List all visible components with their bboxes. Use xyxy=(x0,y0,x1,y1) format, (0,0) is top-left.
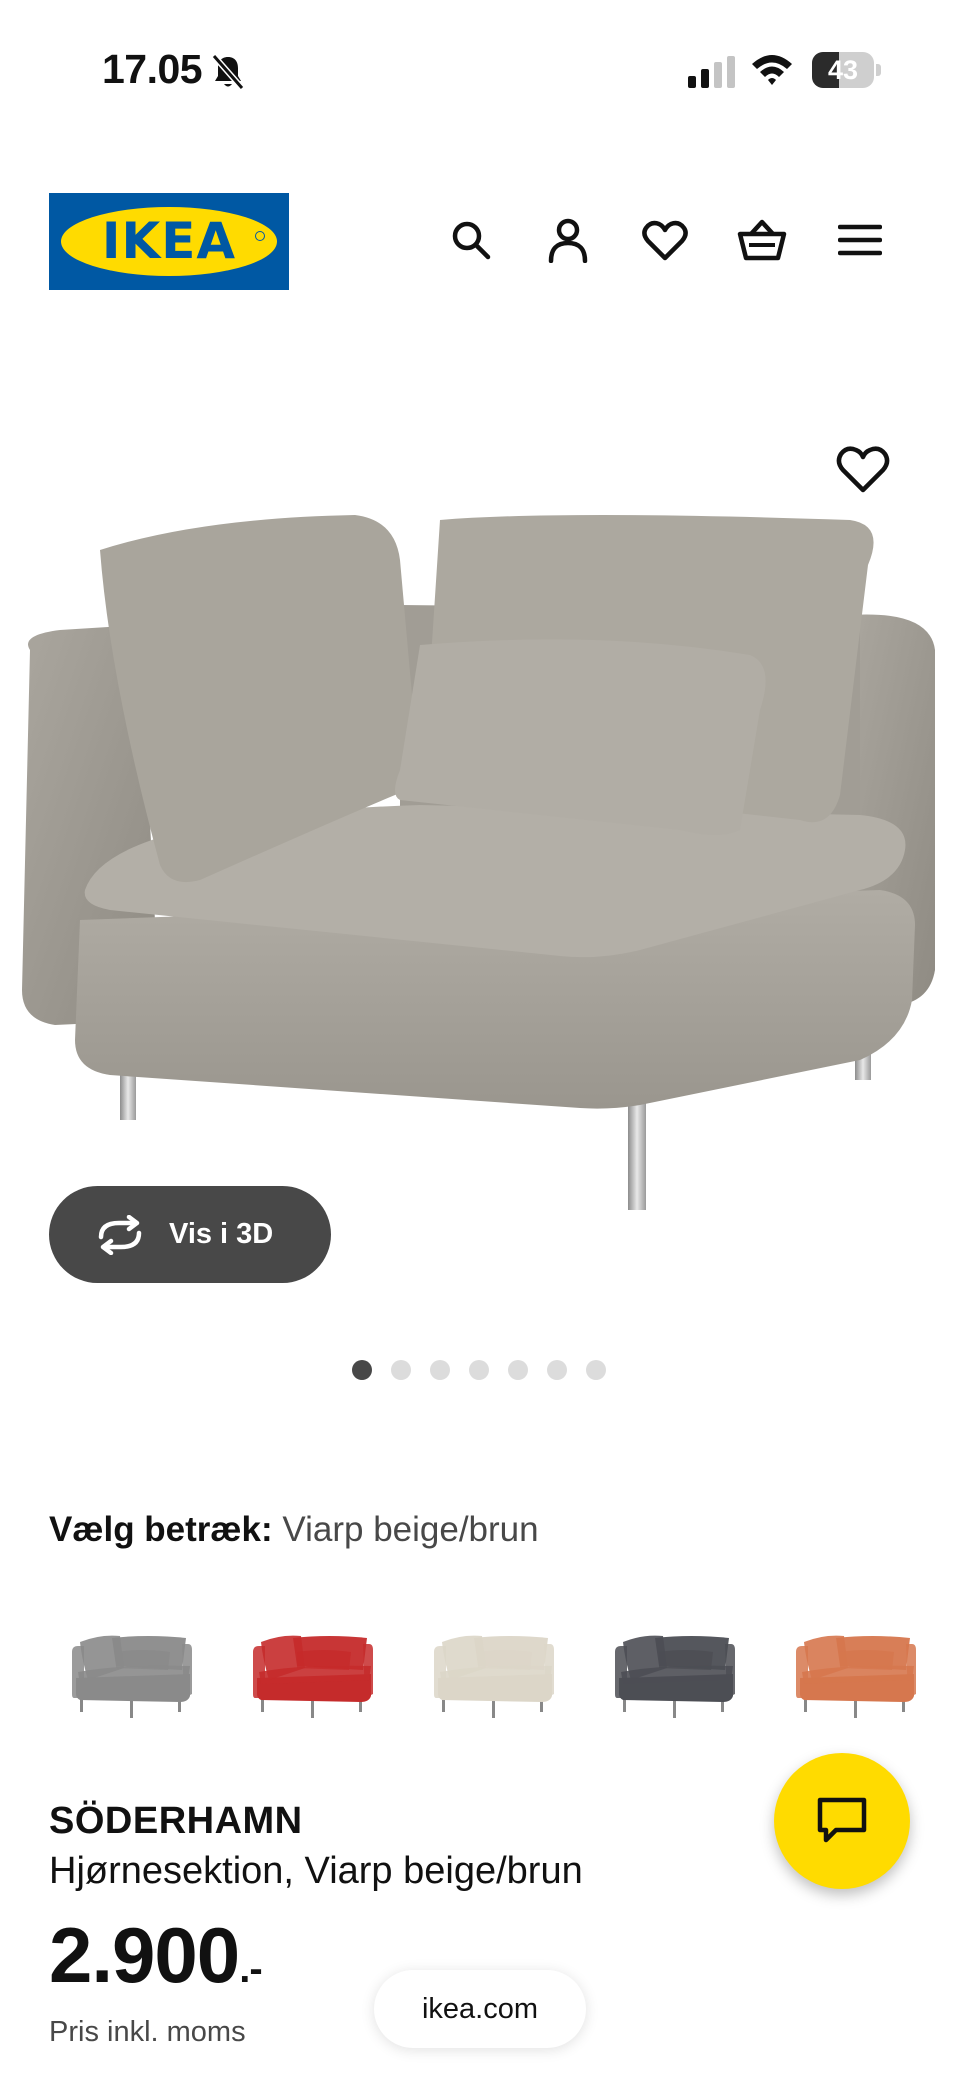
pagination-dot-2[interactable] xyxy=(391,1360,411,1380)
product-price: 2.900.- xyxy=(49,1910,263,2000)
cover-swatches xyxy=(60,1600,960,1740)
basket-icon xyxy=(737,219,787,261)
cover-swatch-dark-grey[interactable] xyxy=(603,1600,743,1740)
product-name: SÖDERHAMN xyxy=(49,1800,303,1842)
battery-level: 43 xyxy=(827,55,859,85)
price-note: Pris inkl. moms xyxy=(49,2016,246,2048)
add-to-favourites-heart-icon[interactable] xyxy=(836,444,890,494)
favourites-button[interactable] xyxy=(640,215,690,265)
cover-selected-value: Viarp beige/brun xyxy=(282,1510,539,1549)
browser-url-bar[interactable]: ikea.com xyxy=(374,1970,586,2048)
account-button[interactable] xyxy=(543,215,593,265)
cover-selection-label: Vælg betræk: Viarp beige/brun xyxy=(49,1510,539,1550)
menu-button[interactable] xyxy=(835,215,885,265)
cover-swatch-grey[interactable] xyxy=(60,1600,200,1740)
browser-url: ikea.com xyxy=(421,1992,539,2025)
cover-swatch-beige[interactable] xyxy=(422,1600,562,1740)
status-bar: 17.05 43 xyxy=(0,0,960,140)
view-in-3d-label: Vis i 3D xyxy=(169,1218,274,1250)
heart-icon xyxy=(642,220,688,261)
ikea-logo[interactable]: IKEA xyxy=(49,193,289,290)
view-in-3d-button[interactable]: Vis i 3D xyxy=(49,1186,331,1283)
chat-button[interactable] xyxy=(774,1753,910,1889)
pagination-dot-4[interactable] xyxy=(469,1360,489,1380)
bell-muted-icon xyxy=(211,54,245,90)
search-button[interactable] xyxy=(446,215,496,265)
account-icon xyxy=(548,218,588,263)
search-icon xyxy=(452,221,491,260)
pagination-dot-3[interactable] xyxy=(430,1360,450,1380)
menu-icon xyxy=(838,224,882,256)
wifi-icon xyxy=(752,55,792,85)
pagination-dot-1[interactable] xyxy=(352,1360,372,1380)
cover-label-title: Vælg betræk: xyxy=(49,1510,273,1549)
price-suffix: .- xyxy=(239,1947,262,1991)
pagination-dot-7[interactable] xyxy=(586,1360,606,1380)
product-description: Hjørnesektion, Viarp beige/brun xyxy=(49,1850,583,1892)
product-image[interactable] xyxy=(0,420,960,1220)
pagination-dot-6[interactable] xyxy=(547,1360,567,1380)
chat-icon xyxy=(817,1797,867,1843)
logo-text: IKEA xyxy=(101,212,237,270)
basket-button[interactable] xyxy=(737,215,787,265)
site-header: IKEA xyxy=(0,190,960,290)
battery-indicator: 43 xyxy=(812,52,881,88)
cover-swatch-red[interactable] xyxy=(241,1600,381,1740)
price-value: 2.900 xyxy=(49,1911,240,1999)
cellular-signal-icon xyxy=(688,56,735,88)
rotate-3d-icon xyxy=(98,1214,142,1255)
status-time: 17.05 xyxy=(102,46,203,92)
image-pagination-dots xyxy=(352,1360,606,1382)
pagination-dot-5[interactable] xyxy=(508,1360,528,1380)
cover-swatch-orange[interactable] xyxy=(784,1600,924,1740)
